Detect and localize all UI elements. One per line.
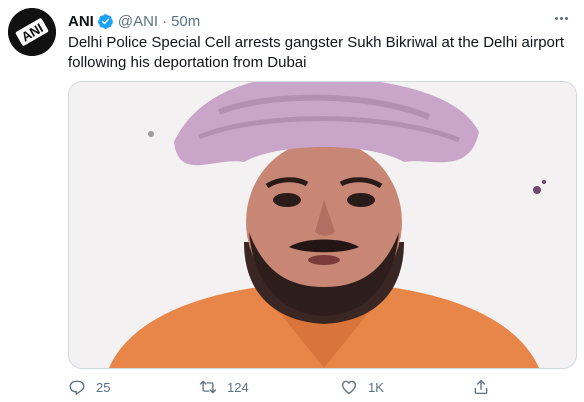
tweet-actions: 25 124 1K	[68, 374, 568, 400]
share-icon	[474, 379, 488, 395]
retweet-button[interactable]: 124	[199, 374, 249, 400]
avatar[interactable]: ANI	[8, 8, 56, 56]
more-options-icon[interactable]	[550, 10, 572, 26]
share-button[interactable]	[472, 374, 500, 400]
tweet-card[interactable]: ANI ANI @ANI · 50m Delhi Police Special …	[0, 0, 584, 402]
author-handle[interactable]: @ANI	[118, 13, 158, 30]
tweet-header: ANI @ANI · 50m	[68, 11, 574, 31]
tweet-text: Delhi Police Special Cell arrests gangst…	[68, 34, 565, 71]
ani-logo-icon: ANI	[8, 8, 56, 56]
like-button[interactable]: 1K	[340, 374, 384, 400]
like-count: 1K	[368, 379, 384, 395]
photo-of-man-in-turban-icon	[69, 82, 576, 368]
retweet-icon	[199, 380, 217, 394]
heart-icon	[341, 380, 357, 395]
retweet-count: 124	[227, 379, 249, 395]
verified-badge-icon	[97, 13, 114, 30]
author-name[interactable]: ANI	[68, 13, 94, 30]
reply-icon	[69, 380, 85, 396]
separator-dot: ·	[162, 12, 168, 30]
tweet-timestamp[interactable]: 50m	[171, 13, 200, 30]
reply-button[interactable]: 25	[68, 374, 110, 400]
reply-count: 25	[96, 379, 111, 395]
tweet-photo[interactable]	[68, 81, 577, 369]
